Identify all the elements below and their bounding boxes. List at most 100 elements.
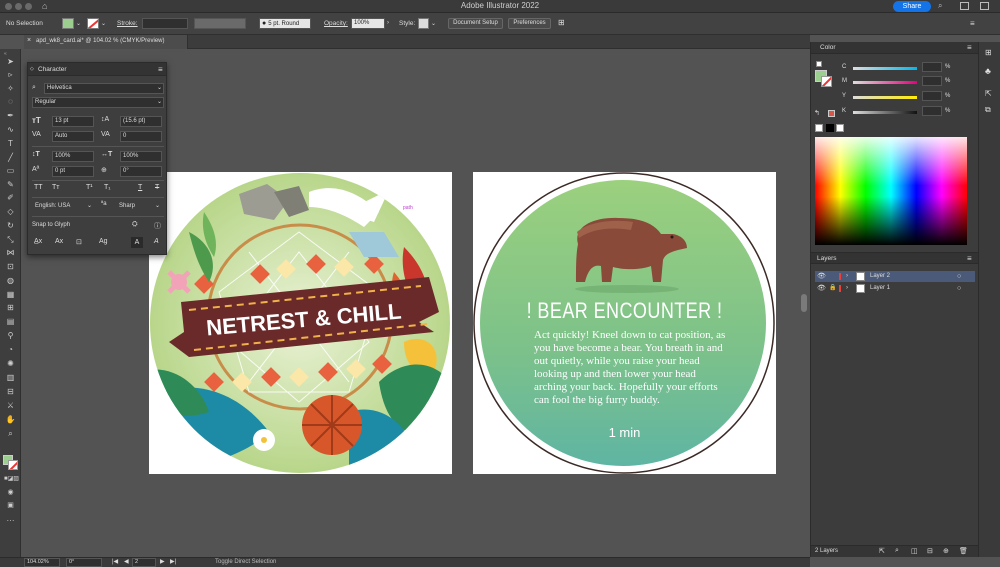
color-stroke-box[interactable] <box>821 76 832 87</box>
card-duration[interactable]: 1 min <box>473 425 776 440</box>
blend-tool-icon[interactable]: ◔ <box>4 344 17 355</box>
artboard-number-field[interactable]: 2 <box>132 558 156 567</box>
fill-dropdown-icon[interactable]: ⌄ <box>76 20 81 27</box>
artboard-1[interactable]: NETREST & CHILL path <box>149 172 452 474</box>
yellow-field[interactable] <box>922 91 942 101</box>
swap-colors-icon[interactable]: ↰ <box>814 109 820 117</box>
artboard-tool-icon[interactable]: ⊟ <box>4 386 17 397</box>
fill-swatch[interactable] <box>62 18 74 29</box>
layers-panel-menu-icon[interactable]: ≡ <box>967 254 972 263</box>
color-spectrum[interactable] <box>815 137 967 245</box>
magenta-slider[interactable] <box>853 81 917 84</box>
snap-info-icon[interactable]: ⓘ <box>154 221 161 231</box>
cyan-field[interactable] <box>922 62 942 72</box>
font-style-dropdown-icon[interactable]: ⌄ <box>157 98 162 105</box>
stroke-label[interactable]: Stroke: <box>117 20 138 27</box>
color-panel-menu-icon[interactable]: ≡ <box>967 43 972 52</box>
black-slider[interactable] <box>853 111 917 114</box>
variable-width-profile[interactable] <box>194 18 246 29</box>
strikethrough-icon[interactable]: T <box>155 184 159 191</box>
visibility-eye-icon[interactable]: 👁 <box>817 283 826 294</box>
new-sublayer-icon[interactable]: ⊟ <box>927 547 933 555</box>
horizontal-scale-field[interactable]: 100% <box>120 151 162 162</box>
properties-icon[interactable]: ⊞ <box>985 48 992 57</box>
arrange-documents-icon[interactable] <box>960 2 969 10</box>
style-swatch[interactable] <box>418 18 429 29</box>
snap-proximity-icon[interactable]: Ag <box>99 238 108 245</box>
leading-field[interactable]: (15.6 pt) <box>120 116 162 127</box>
gradient-tool-icon[interactable]: ▤ <box>4 316 17 327</box>
underline-icon[interactable]: T <box>138 184 142 191</box>
panel-menu-icon[interactable]: ≡ <box>158 65 163 74</box>
opacity-label[interactable]: Opacity: <box>324 20 348 27</box>
export-asset-icon[interactable]: ⇱ <box>985 89 992 98</box>
document-setup-button[interactable]: Document Setup <box>448 18 503 29</box>
color-mode-icon[interactable]: ■◪▨ <box>4 474 19 485</box>
snap-bounds-icon[interactable]: ⊡ <box>76 238 82 246</box>
perspective-grid-icon[interactable]: ▦ <box>4 289 17 300</box>
vertical-scale-field[interactable]: 100% <box>52 151 94 162</box>
magic-wand-icon[interactable]: ✧ <box>4 83 17 94</box>
language-dropdown-icon[interactable]: ⌄ <box>87 202 92 209</box>
share-button[interactable]: Share <box>893 1 931 12</box>
symbol-sprayer-icon[interactable]: ✺ <box>4 358 17 369</box>
magenta-field[interactable] <box>922 76 942 86</box>
pencil-tool-icon[interactable]: ✐ <box>4 192 17 203</box>
swatches-icon[interactable]: ♣ <box>985 66 991 76</box>
layer-name[interactable]: Layer 1 <box>870 283 890 294</box>
opacity-dropdown-icon[interactable]: › <box>387 20 389 26</box>
export-icon[interactable]: ⇱ <box>879 547 885 555</box>
last-artboard-icon[interactable]: ▶| <box>170 558 176 565</box>
stroke-dropdown-icon[interactable]: ⌄ <box>101 20 106 27</box>
first-artboard-icon[interactable]: |◀ <box>112 558 118 565</box>
none-swatch[interactable] <box>815 124 823 132</box>
layer-row[interactable]: 👁 🔒 › Layer 1 ○ <box>815 283 975 294</box>
rectangle-tool-icon[interactable]: ▭ <box>4 165 17 176</box>
pen-tool-icon[interactable]: ✒ <box>4 110 17 121</box>
eyedropper-tool-icon[interactable]: ⚲ <box>4 330 17 341</box>
color-panel-title[interactable]: Color <box>820 44 836 51</box>
white-swatch[interactable] <box>836 124 844 132</box>
slice-tool-icon[interactable]: ⚔ <box>4 400 17 411</box>
free-transform-icon[interactable]: ⊡ <box>4 261 17 272</box>
close-tab-icon[interactable]: × <box>27 37 31 44</box>
eraser-tool-icon[interactable]: ◇ <box>4 206 17 217</box>
paintbrush-tool-icon[interactable]: ✎ <box>4 179 17 190</box>
search-icon[interactable]: ⌕ <box>938 1 942 11</box>
cyan-slider[interactable] <box>853 67 917 70</box>
rotation-field[interactable]: 0° <box>66 558 102 567</box>
selection-tool-icon[interactable]: ➤ <box>4 56 17 67</box>
expand-layer-icon[interactable]: › <box>846 271 848 282</box>
opacity-field[interactable]: 100% <box>351 18 385 29</box>
next-artboard-icon[interactable]: ▶ <box>160 558 165 565</box>
lasso-tool-icon[interactable]: ◌ <box>4 96 17 107</box>
visibility-eye-icon[interactable]: 👁 <box>817 271 826 282</box>
card-body-text[interactable]: Act quickly! Kneel down to cat position,… <box>534 329 726 407</box>
layer-target-icon[interactable]: ○ <box>957 271 961 282</box>
zoom-tool-icon[interactable]: ⌕ <box>4 428 17 439</box>
arrange-icon[interactable]: ⊞ <box>558 18 565 27</box>
stroke-swatch[interactable] <box>87 18 99 29</box>
stroke-color-box[interactable] <box>8 460 18 470</box>
kerning-field[interactable]: Auto <box>52 131 94 142</box>
baseline-shift-field[interactable]: 0 pt <box>52 166 94 177</box>
prev-artboard-icon[interactable]: ◀ <box>124 558 129 565</box>
vertical-scrollbar[interactable] <box>801 294 807 312</box>
snap-glyph-icon[interactable]: A <box>154 238 159 245</box>
workspace-icon[interactable] <box>980 2 989 10</box>
preferences-button[interactable]: Preferences <box>508 18 551 29</box>
layer-row[interactable]: 👁 › Layer 2 ○ <box>815 271 975 282</box>
layers-panel-title[interactable]: Layers <box>817 255 837 262</box>
scale-tool-icon[interactable]: ⤡ <box>4 234 17 245</box>
clipping-mask-icon[interactable]: ◫ <box>911 547 918 555</box>
mesh-tool-icon[interactable]: ⊞ <box>4 302 17 313</box>
font-family-field[interactable]: Helvetica <box>44 83 164 94</box>
font-style-field[interactable]: Regular <box>32 97 164 108</box>
font-family-dropdown-icon[interactable]: ⌄ <box>157 84 162 91</box>
control-bar-menu-icon[interactable]: ≡ <box>970 19 975 28</box>
default-colors-icon[interactable] <box>816 61 822 67</box>
panel-collapse-icon[interactable]: ◇ <box>30 66 34 72</box>
language-field[interactable]: English: USA <box>32 201 94 212</box>
zoom-field[interactable]: 104.02% <box>24 558 60 567</box>
direct-selection-tool-icon[interactable]: ▹ <box>4 69 17 80</box>
